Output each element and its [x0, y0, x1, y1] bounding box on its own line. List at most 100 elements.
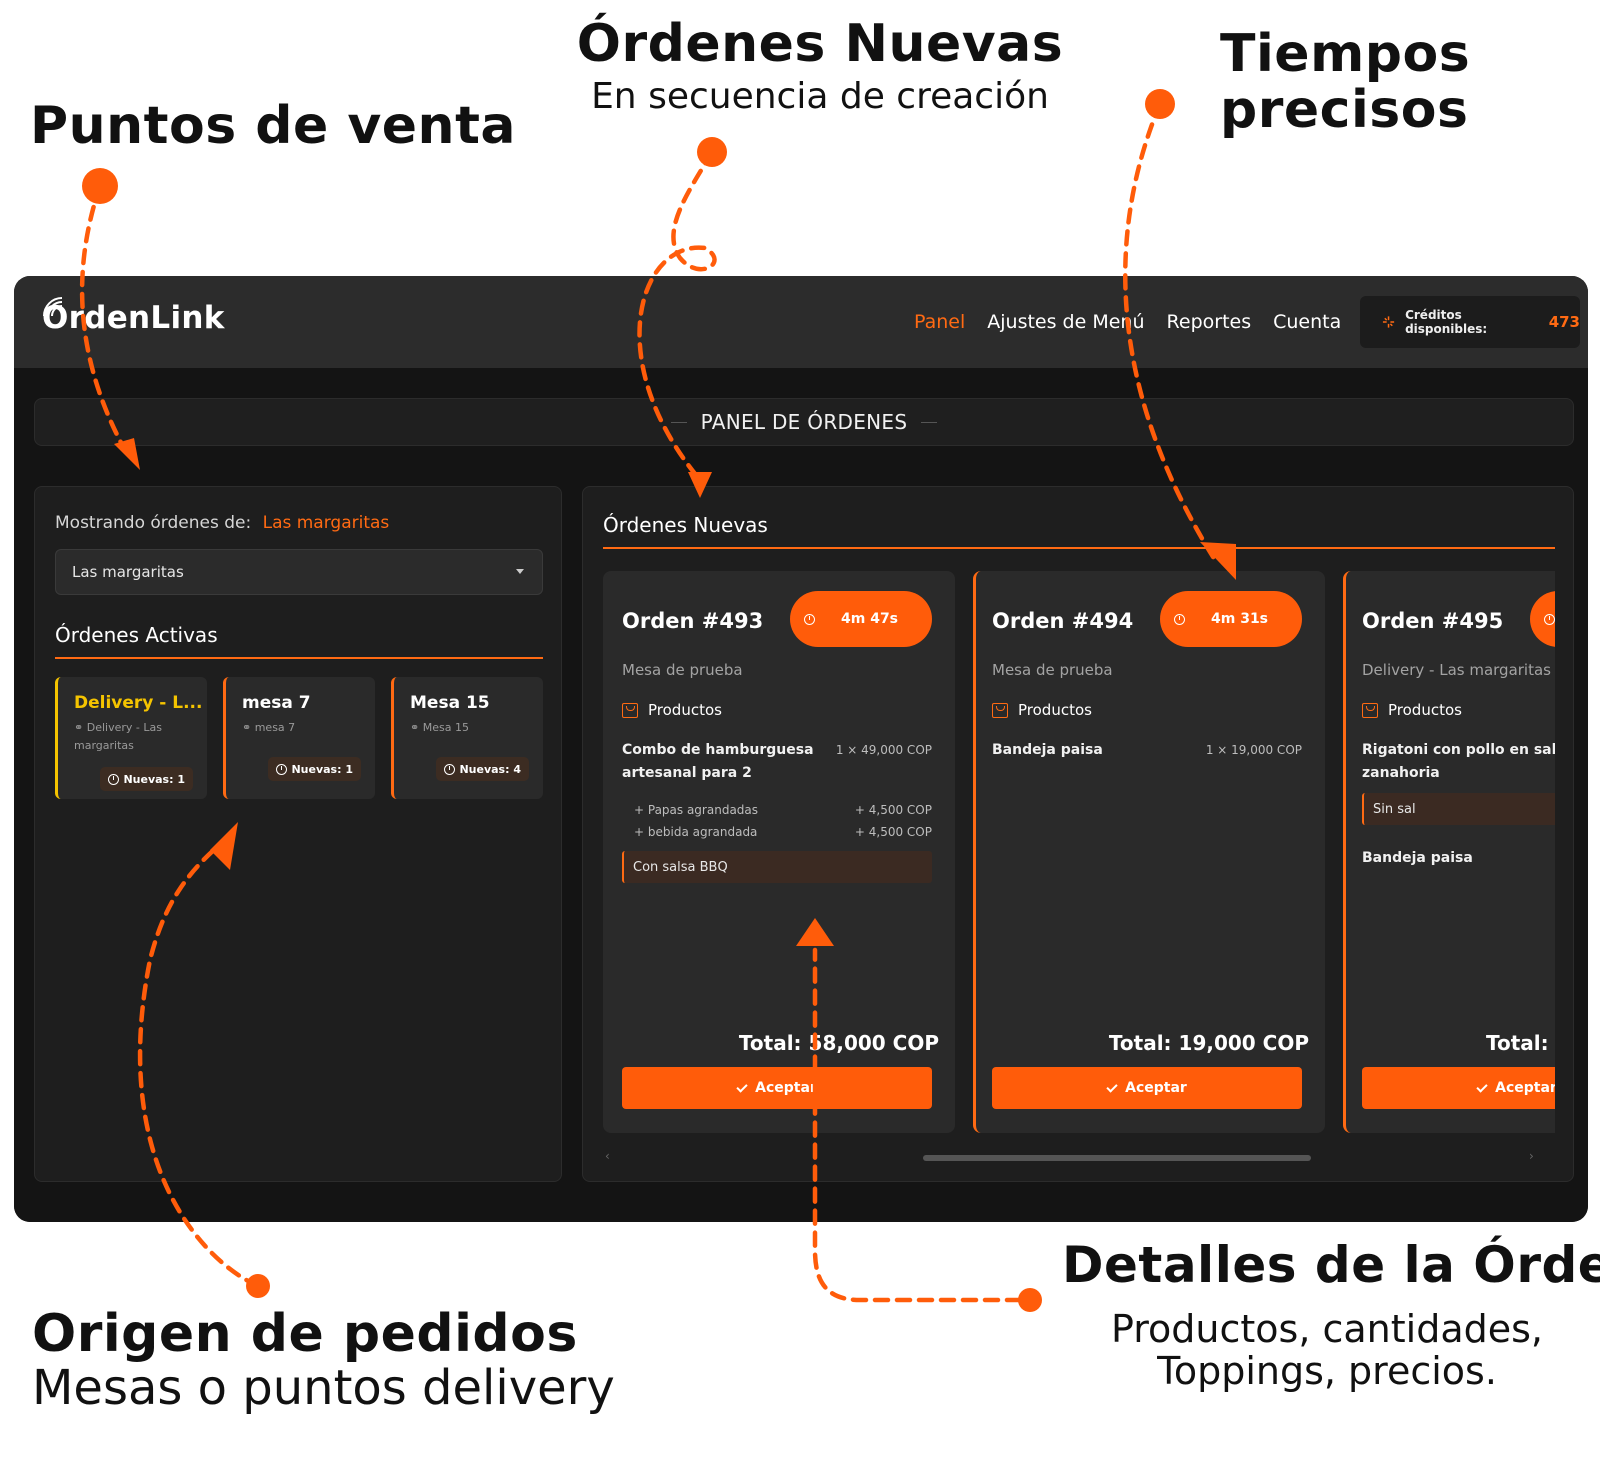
- timer-text: 4m 31s: [1211, 611, 1269, 627]
- clock-icon: [1544, 613, 1555, 625]
- link-icon: ⚭: [74, 721, 87, 734]
- dot-detalles: [1018, 1288, 1042, 1312]
- table-name: Mesa 15: [410, 693, 490, 713]
- nav-reportes[interactable]: Reportes: [1167, 311, 1252, 333]
- content-area: PANEL DE ÓRDENES Mostrando órdenes de: L…: [14, 368, 1588, 1222]
- check-icon: [736, 1080, 748, 1093]
- list-item: Bandeja paisa 1 × 19,000 COP: [992, 739, 1302, 762]
- divider: [670, 421, 687, 423]
- callout-title: Órdenes Nuevas: [576, 14, 1064, 74]
- topping-row: + Papas agrandadas + 4,500 COP: [622, 799, 932, 821]
- credits-box: Créditos disponibles: 473: [1360, 296, 1580, 348]
- store-select[interactable]: Las margaritas: [55, 549, 543, 595]
- table-origin-text: Mesa 15: [422, 721, 469, 734]
- table-list: Delivery - L... ⚭ Delivery - Las margari…: [55, 677, 543, 799]
- table-name: mesa 7: [242, 693, 311, 713]
- dot-puntos: [82, 168, 118, 204]
- order-items: Rigatoni con pollo en salsa de zanahoria…: [1362, 739, 1555, 884]
- badge-text: Nuevas: 1: [291, 762, 353, 776]
- table-card[interactable]: Delivery - L... ⚭ Delivery - Las margari…: [55, 677, 207, 799]
- callout-title-line1: Tiempos: [1220, 24, 1471, 84]
- products-heading: Productos: [992, 701, 1092, 719]
- callout-origen-de-pedidos: Origen de pedidos Mesas o puntos deliver…: [32, 1304, 615, 1416]
- clock-icon: [108, 773, 120, 785]
- order-number: Orden #493: [622, 609, 764, 633]
- table-card[interactable]: mesa 7 ⚭ mesa 7 Nuevas: 1: [223, 677, 375, 799]
- order-card: Orden #493 4m 47s Mesa de prueba Product…: [603, 571, 955, 1133]
- orders-row: Orden #493 4m 47s Mesa de prueba Product…: [603, 571, 1555, 1133]
- accept-button[interactable]: Aceptar: [992, 1067, 1302, 1109]
- credits-value: 473: [1548, 313, 1580, 331]
- top-bar: OrdenLink Panel Ajustes de Menú Reportes…: [14, 276, 1588, 368]
- nav-panel[interactable]: Panel: [914, 311, 965, 333]
- item-note: Sin sal: [1362, 793, 1555, 825]
- active-orders-title: Órdenes Activas: [55, 623, 218, 647]
- timer-text: 4m 47s: [841, 611, 899, 627]
- nav-ajustes-menu[interactable]: Ajustes de Menú: [987, 311, 1144, 333]
- divider: [55, 657, 543, 659]
- table-card[interactable]: Mesa 15 ⚭ Mesa 15 Nuevas: 4: [391, 677, 543, 799]
- caret-down-icon: [516, 569, 524, 574]
- app-window: OrdenLink Panel Ajustes de Menú Reportes…: [14, 276, 1588, 1222]
- points-of-sale-panel: Mostrando órdenes de: Las margaritas Las…: [34, 486, 562, 1182]
- check-icon: [1476, 1080, 1488, 1093]
- callout-detalles-de-la-orden: Detalles de la Órden Productos, cantidad…: [1062, 1236, 1600, 1392]
- scroll-left-arrow[interactable]: ‹: [605, 1149, 610, 1163]
- signal-wave-icon: [43, 297, 63, 317]
- orders-scroll-area[interactable]: Orden #493 4m 47s Mesa de prueba Product…: [603, 571, 1555, 1133]
- accept-button[interactable]: Aceptar: [1362, 1067, 1555, 1109]
- products-label: Productos: [648, 701, 722, 719]
- main-nav: Panel Ajustes de Menú Reportes Cuenta: [914, 276, 1341, 368]
- clock-icon: [1174, 613, 1185, 625]
- order-items: Combo de hamburguesa artesanal para 2 1 …: [622, 739, 932, 883]
- accept-button[interactable]: Aceptar: [622, 1067, 932, 1109]
- item-qty-price: 1 × 49,000 COP: [835, 743, 932, 757]
- panel-title: PANEL DE ÓRDENES: [700, 410, 908, 434]
- shopping-bag-icon: [1362, 702, 1378, 718]
- credits-label: Créditos disponibles:: [1405, 308, 1488, 336]
- callout-tiempos-precisos: Tiempos precisos: [1220, 26, 1470, 138]
- showing-label: Mostrando órdenes de:: [55, 513, 252, 533]
- showing-store: Las margaritas: [262, 513, 390, 533]
- table-origin: ⚭ Mesa 15: [410, 719, 543, 737]
- topping-name: + bebida agrandada: [634, 825, 758, 839]
- new-orders-badge: Nuevas: 1: [268, 757, 361, 781]
- callout-title: Puntos de venta: [30, 96, 517, 156]
- order-timer: 4m 47s: [790, 591, 932, 647]
- products-heading: Productos: [622, 701, 722, 719]
- callout-subtitle: Mesas o puntos delivery: [32, 1360, 615, 1416]
- item-name: Rigatoni con pollo en salsa de zanahoria: [1362, 742, 1555, 781]
- new-orders-title: Órdenes Nuevas: [603, 513, 768, 537]
- sparkle-icon: [1382, 316, 1395, 328]
- topping-price: + 4,500 COP: [854, 803, 932, 817]
- item-note: Con salsa BBQ: [622, 851, 932, 883]
- logo[interactable]: OrdenLink: [42, 297, 225, 336]
- order-card: Orden #495 Delivery - Las margaritas Pro…: [1343, 571, 1555, 1133]
- clock-icon: [276, 763, 288, 775]
- item-name: Bandeja paisa: [1362, 850, 1473, 866]
- order-total: Total: 58,000 COP: [738, 1031, 939, 1055]
- order-number: Orden #494: [992, 609, 1134, 633]
- shopping-bag-icon: [622, 702, 638, 718]
- item-name: Combo de hamburguesa artesanal para 2: [622, 742, 814, 781]
- logo-text: OrdenLink: [42, 300, 225, 336]
- order-timer: [1530, 591, 1555, 647]
- accept-label: Aceptar: [755, 1080, 817, 1096]
- topping-row: + bebida agrandada + 4,500 COP: [622, 821, 932, 843]
- horizontal-scrollbar[interactable]: [923, 1155, 1311, 1161]
- item-name: Bandeja paisa: [992, 742, 1103, 758]
- callout-title: Detalles de la Órden: [1062, 1236, 1600, 1294]
- accept-label: Aceptar: [1495, 1080, 1555, 1096]
- dot-ordenes: [697, 137, 727, 167]
- products-label: Productos: [1388, 701, 1462, 719]
- order-origin: Mesa de prueba: [992, 661, 1113, 679]
- topping-name: + Papas agrandadas: [634, 803, 759, 817]
- store-select-value: Las margaritas: [72, 563, 184, 581]
- products-heading: Productos: [1362, 701, 1462, 719]
- scroll-right-arrow[interactable]: ›: [1529, 1149, 1534, 1163]
- link-icon: ⚭: [242, 721, 255, 734]
- showing-orders-label: Mostrando órdenes de: Las margaritas: [55, 513, 389, 533]
- order-origin: Delivery - Las margaritas: [1362, 661, 1551, 679]
- dot-tiempos: [1145, 89, 1175, 119]
- nav-cuenta[interactable]: Cuenta: [1273, 311, 1341, 333]
